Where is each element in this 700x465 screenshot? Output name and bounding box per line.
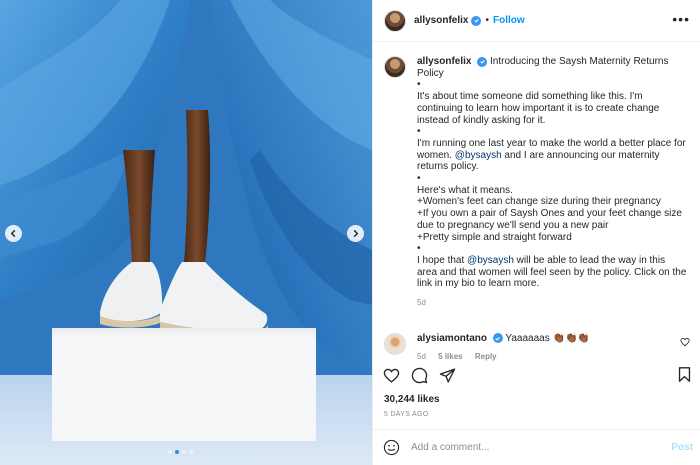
avatar[interactable]	[384, 332, 406, 355]
caption-line: and I are announcing our maternity retur…	[417, 149, 660, 173]
comments-section: allysonfelix Introducing the Saysh Mater…	[373, 43, 700, 361]
caption-username[interactable]: allysonfelix	[417, 56, 471, 67]
action-bar	[373, 362, 700, 388]
carousel-dot	[182, 450, 186, 454]
caption-meta: 5d	[417, 297, 687, 309]
white-pedestal	[52, 328, 316, 441]
mention-link[interactable]: @bysaysh	[455, 150, 502, 161]
avatar[interactable]	[384, 9, 406, 32]
caption: allysonfelix Introducing the Saysh Mater…	[384, 56, 690, 309]
follow-button[interactable]: Follow	[493, 15, 525, 26]
mention-link[interactable]: @bysaysh	[467, 255, 514, 266]
share-paper-plane-icon[interactable]	[439, 367, 456, 384]
comment-composer: Post	[373, 429, 700, 465]
caption-line: It's about time someone did something li…	[417, 91, 660, 126]
likes-count[interactable]: 30,244 likes	[384, 394, 440, 405]
caption-paragraph: I hope that @bysaysh will be able to lea…	[417, 255, 687, 290]
verified-badge-icon	[477, 56, 488, 67]
comment-time[interactable]: 5d	[417, 352, 426, 361]
caption-line: •	[417, 79, 421, 91]
caption-time[interactable]: 5d	[417, 298, 426, 307]
comment-text: Yaaaaaas 👏🏾👏🏾👏🏾	[505, 332, 590, 344]
comment-likes[interactable]: 5 likes	[438, 352, 462, 361]
post-panel: allysonfelix • Follow ••• allysonfelix I…	[372, 0, 700, 465]
caption-line: •	[417, 126, 421, 138]
post-timestamp[interactable]: 5 DAYS AGO	[384, 411, 429, 418]
avatar[interactable]	[384, 56, 406, 78]
previous-image-button[interactable]	[5, 225, 22, 242]
caption-line: +Women's feet can change size during the…	[417, 196, 661, 208]
carousel-dot	[168, 450, 172, 454]
caption-line: •	[417, 243, 421, 255]
post-image[interactable]	[0, 0, 372, 465]
comment-body: alysiamontano Yaaaaaas 👏🏾👏🏾👏🏾 5d 5 likes…	[417, 333, 687, 363]
verified-badge-icon	[492, 333, 503, 344]
caption-paragraph: I'm running one last year to make the wo…	[417, 138, 687, 173]
verified-badge-icon	[471, 15, 482, 26]
chevron-left-icon	[10, 229, 16, 238]
carousel-dot	[189, 450, 193, 454]
like-heart-icon[interactable]	[383, 367, 400, 384]
comment: alysiamontano Yaaaaaas 👏🏾👏🏾👏🏾 5d 5 likes…	[384, 332, 690, 363]
separator-dot: •	[485, 15, 489, 26]
add-comment-input[interactable]	[411, 442, 661, 453]
chevron-right-icon	[353, 229, 359, 238]
save-bookmark-icon[interactable]	[676, 366, 693, 383]
caption-line: +Pretty simple and straight forward	[417, 231, 572, 243]
author-username[interactable]: allysonfelix	[414, 15, 468, 26]
carousel-indicator	[168, 450, 193, 454]
post-comment-button[interactable]: Post	[671, 442, 693, 453]
emoji-smiley-icon[interactable]	[383, 439, 400, 456]
caption-body: allysonfelix Introducing the Saysh Mater…	[417, 56, 687, 309]
reply-button[interactable]: Reply	[475, 352, 497, 361]
more-options-icon[interactable]: •••	[672, 12, 690, 26]
caption-line: I hope that	[417, 254, 465, 266]
post-header: allysonfelix • Follow •••	[373, 0, 700, 42]
comment-bubble-icon[interactable]	[411, 367, 428, 384]
comment-username[interactable]: alysiamontano	[417, 333, 487, 344]
caption-line: •	[417, 173, 421, 185]
caption-line: Here's what it means.	[417, 184, 513, 196]
like-comment-heart-icon[interactable]	[680, 337, 690, 347]
carousel-dot-active	[175, 450, 179, 454]
caption-line: +If you own a pair of Saysh Ones and you…	[417, 208, 682, 231]
next-image-button[interactable]	[347, 225, 364, 242]
